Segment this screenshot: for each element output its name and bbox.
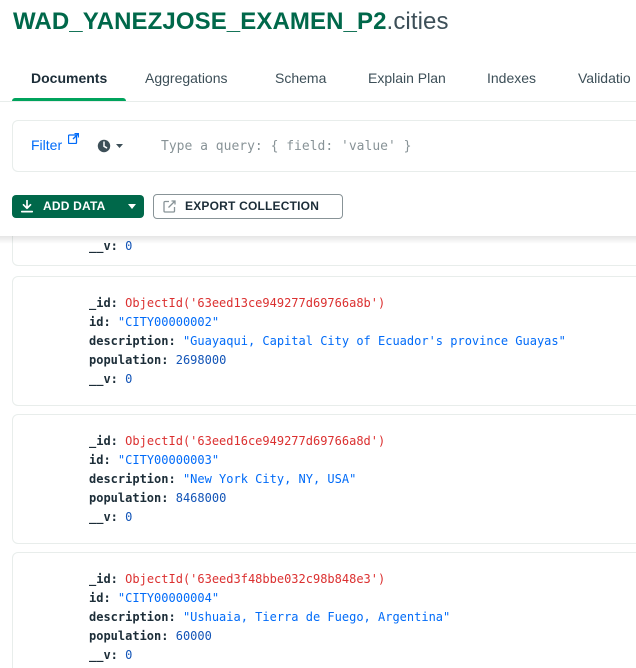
document-card[interactable]: _id: ObjectId('63eed16ce949277d69766a8d'… (12, 414, 636, 544)
field-population: population: 8468000 (89, 491, 227, 505)
tab-validation[interactable]: Validatio (578, 56, 631, 102)
field-population: population: 2698000 (89, 353, 227, 367)
export-icon (163, 200, 176, 213)
export-collection-label: EXPORT COLLECTION (185, 199, 320, 213)
field-description: description: "Guayaqui, Capital City of … (89, 334, 566, 348)
tab-aggregations[interactable]: Aggregations (145, 56, 228, 102)
field-object-id: _id: ObjectId('63eed13ce949277d69766a8b'… (89, 296, 386, 310)
field-v: __v: 0 (89, 510, 133, 524)
add-data-label: ADD DATA (43, 199, 106, 213)
collection-title: WAD_YANEZJOSE_EXAMEN_P2.cities (13, 4, 449, 40)
tab-schema[interactable]: Schema (275, 56, 326, 102)
query-bar: Filter (12, 120, 636, 172)
document-card[interactable]: __v: 0 (12, 236, 636, 266)
database-name: WAD_YANEZJOSE_EXAMEN_P2 (13, 8, 387, 35)
field-v: __v: 0 (89, 239, 133, 253)
tab-explain-plan[interactable]: Explain Plan (368, 56, 446, 102)
document-card[interactable]: _id: ObjectId('63eed3f48bbe032c98b848e3'… (12, 552, 636, 668)
tab-documents[interactable]: Documents (11, 56, 127, 102)
external-link-icon[interactable] (68, 133, 79, 144)
field-v: __v: 0 (89, 648, 133, 662)
caret-down-icon (116, 144, 123, 148)
tabs-divider (0, 101, 636, 102)
field-v: __v: 0 (89, 372, 133, 386)
field-object-id: _id: ObjectId('63eed16ce949277d69766a8d'… (89, 434, 386, 448)
clock-history-icon[interactable] (97, 138, 125, 154)
tab-indexes[interactable]: Indexes (487, 56, 536, 102)
field-description: description: "Ushuaia, Tierra de Fuego, … (89, 610, 451, 624)
chevron-down-icon (128, 204, 136, 209)
field-id: id: "CITY00000003" (89, 453, 220, 467)
document-card[interactable]: _id: ObjectId('63eed13ce949277d69766a8b'… (12, 276, 636, 406)
download-icon (21, 200, 33, 213)
collection-name: .cities (386, 8, 449, 35)
field-description: description: "New York City, NY, USA" (89, 472, 357, 486)
field-population: population: 60000 (89, 629, 212, 643)
field-object-id: _id: ObjectId('63eed3f48bbe032c98b848e3'… (89, 572, 386, 586)
export-collection-button[interactable]: EXPORT COLLECTION (153, 194, 343, 219)
add-data-button[interactable]: ADD DATA (12, 195, 144, 218)
field-id: id: "CITY00000002" (89, 315, 220, 329)
field-id: id: "CITY00000004" (89, 591, 220, 605)
collection-tabs: Documents Aggregations Schema Explain Pl… (0, 56, 636, 102)
filter-link[interactable]: Filter (31, 137, 62, 153)
query-input[interactable] (161, 133, 621, 159)
documents-list: __v: 0 _id: ObjectId('63eed13ce949277d69… (0, 236, 636, 668)
